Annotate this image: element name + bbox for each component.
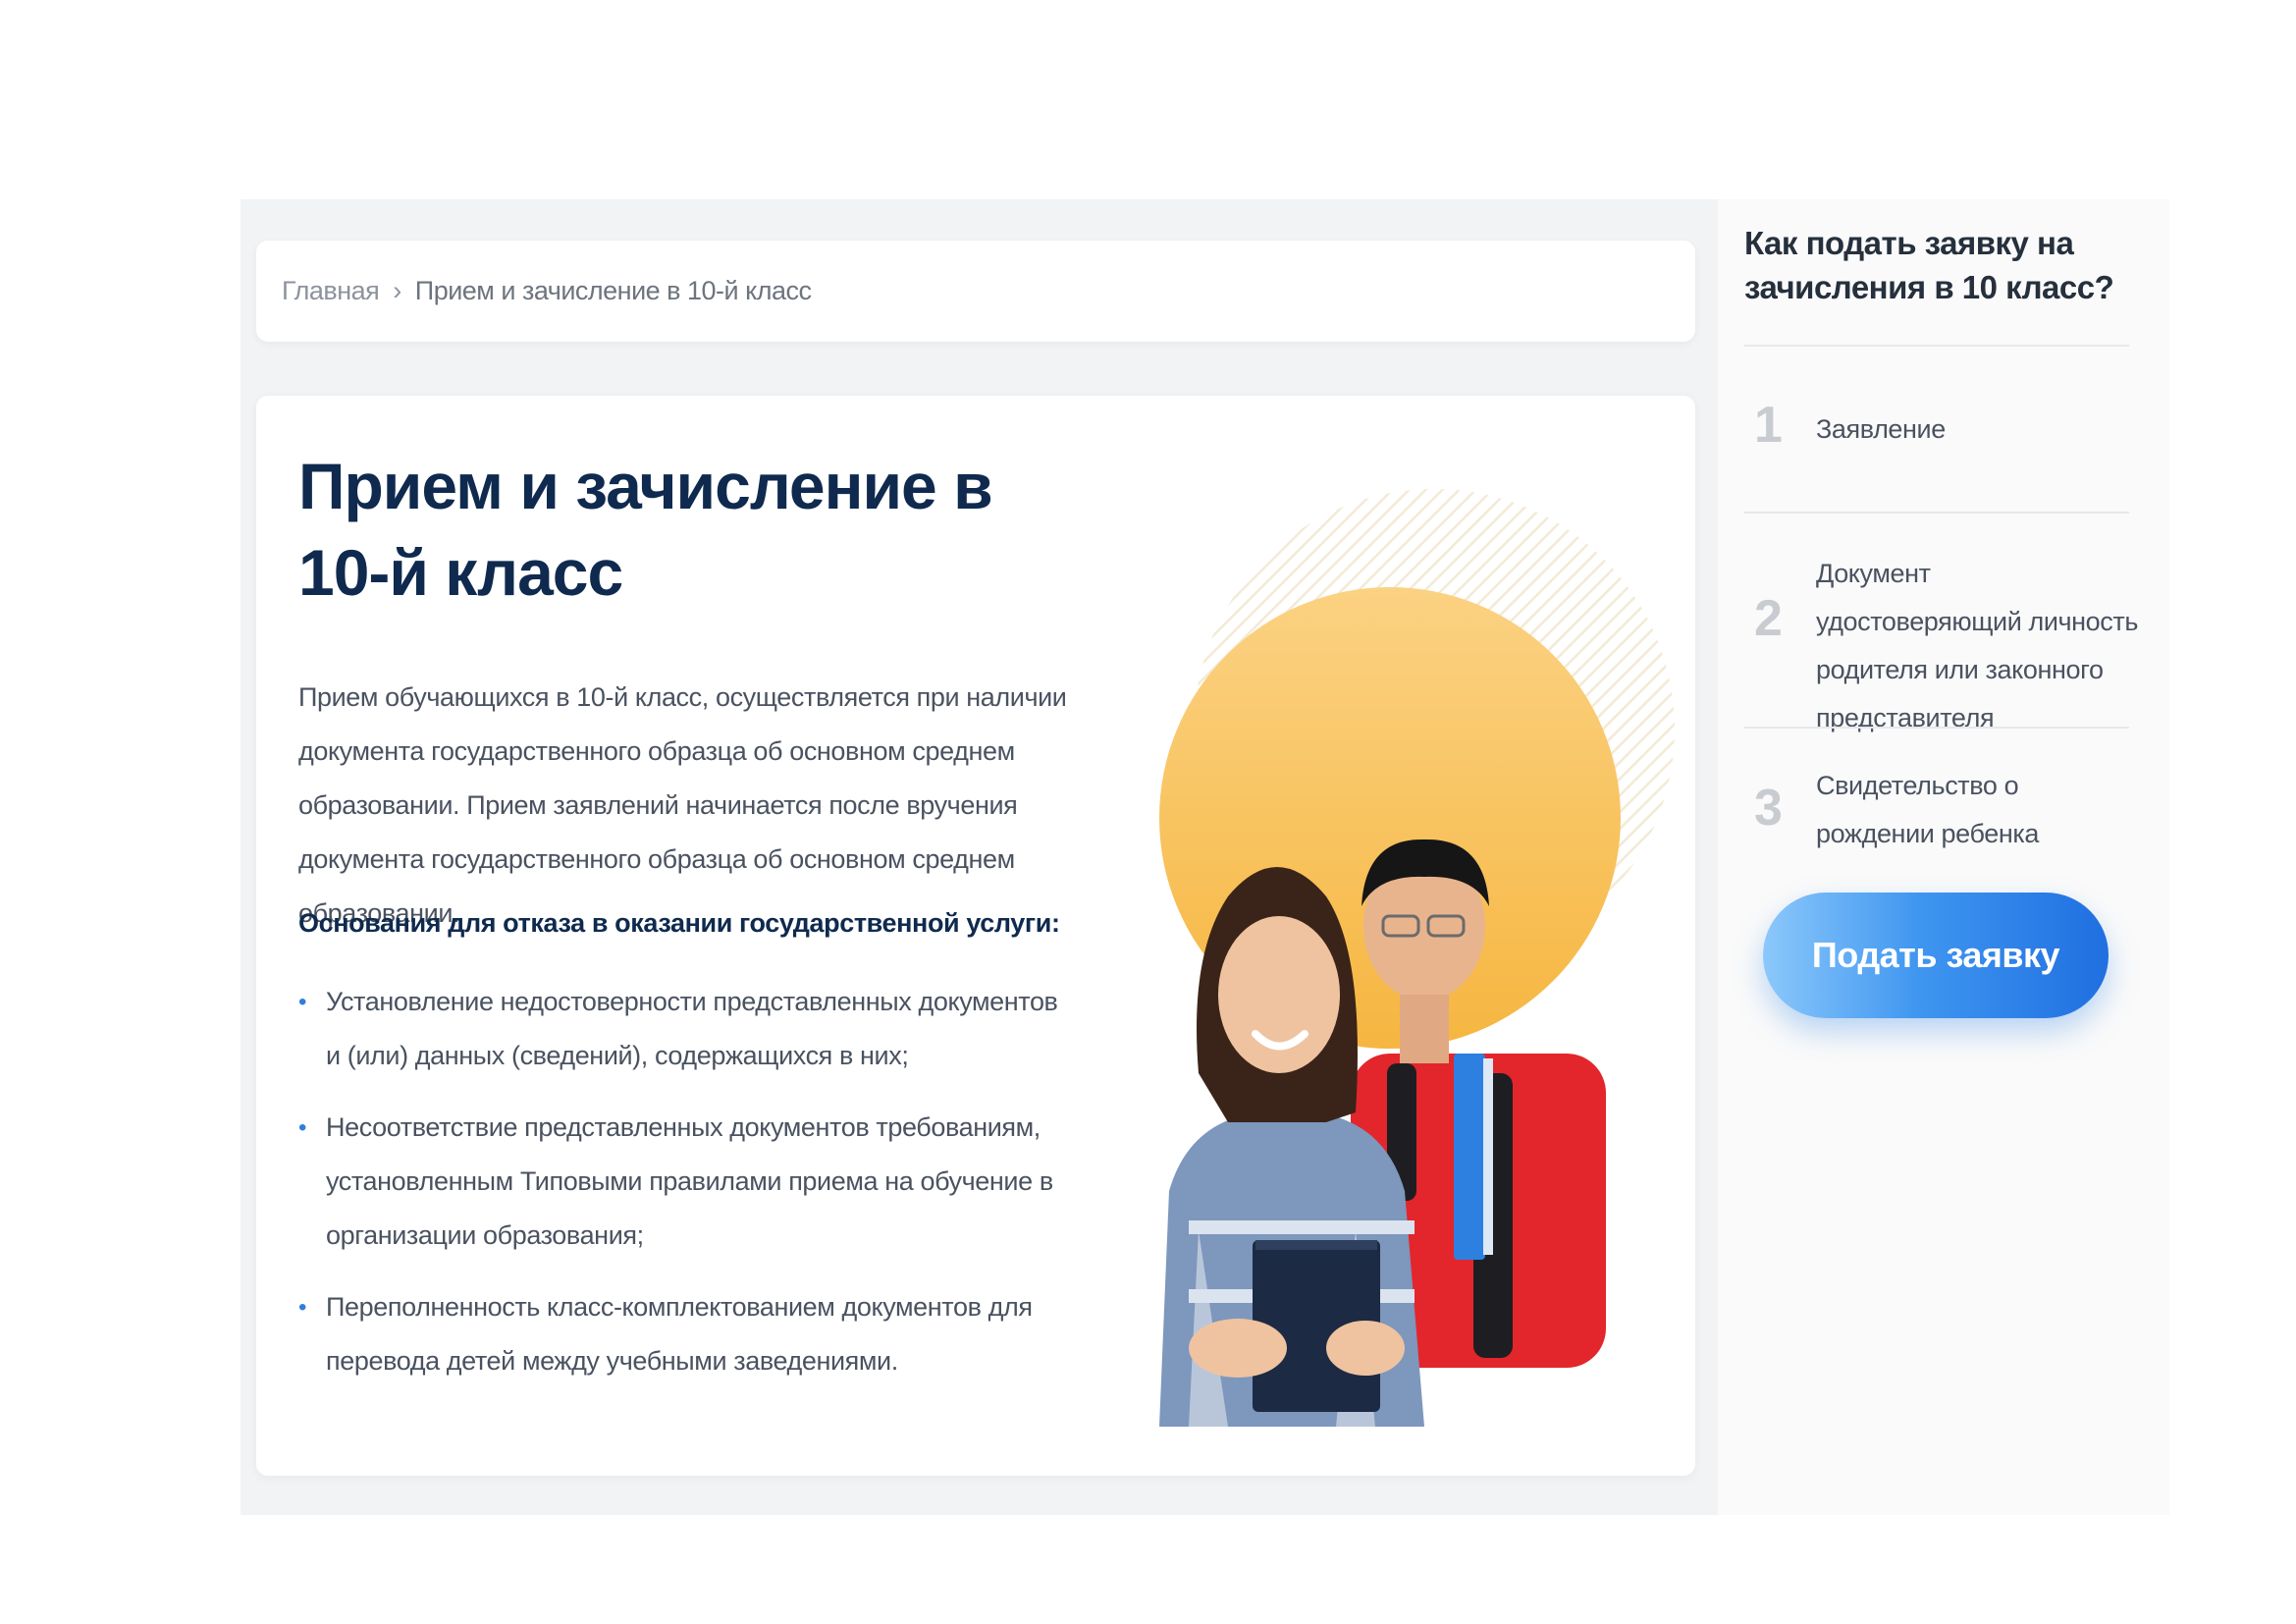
bullet-icon: • — [298, 989, 307, 1015]
step-item-2: 2 Документ удостоверяющий личность родит… — [1744, 538, 2138, 732]
refusal-reasons-list: • Установление недостоверности представл… — [298, 975, 1064, 1406]
intro-paragraph: Прием обучающихся в 10-й класс, осуществ… — [298, 682, 1067, 928]
breadcrumb: Главная › Прием и зачисление в 10-й клас… — [256, 241, 1695, 342]
step-item-3: 3 Свидетельство о рождении ребенка — [1744, 754, 2129, 862]
page-frame: Главная › Прием и зачисление в 10-й клас… — [240, 199, 2169, 1515]
submit-application-button[interactable]: Подать заявку — [1763, 893, 2109, 1018]
main-area: Главная › Прием и зачисление в 10-й клас… — [240, 199, 1718, 1515]
step-number: 1 — [1754, 397, 1783, 454]
list-item: • Установление недостоверности представл… — [298, 975, 1064, 1083]
page-title: Прием и зачисление в 10-й класс — [298, 450, 993, 609]
step-item-1: 1 Заявление — [1744, 396, 2129, 494]
step-text: Заявление — [1816, 414, 1946, 444]
breadcrumb-separator: › — [393, 276, 401, 305]
reason-text: Несоответствие представленных документов… — [326, 1112, 1053, 1250]
breadcrumb-home-link[interactable]: Главная — [282, 276, 380, 306]
bullet-icon: • — [298, 1114, 307, 1141]
content-card: Прием и зачисление в 10-й класс Прием об… — [256, 396, 1695, 1476]
refusal-reasons-title: Основания для отказа в оказании государс… — [298, 908, 1060, 938]
steps-sidebar: Как подать заявку на зачисления в 10 кла… — [1718, 199, 2169, 1515]
list-item: • Несоответствие представленных документ… — [298, 1101, 1064, 1263]
divider — [1744, 345, 2129, 347]
step-number: 2 — [1754, 590, 1783, 647]
sidebar-title: Как подать заявку на зачисления в 10 кла… — [1744, 225, 2114, 305]
divider — [1744, 512, 2129, 514]
breadcrumb-current: Прием и зачисление в 10-й класс — [414, 276, 812, 305]
reason-text: Переполненность класс-комплектованием до… — [326, 1292, 1033, 1376]
step-text: Свидетельство о рождении ребенка — [1816, 771, 2039, 848]
step-text: Документ удостоверяющий личность родител… — [1816, 559, 2139, 732]
reason-text: Установление недостоверности представлен… — [326, 987, 1058, 1070]
bullet-icon: • — [298, 1294, 307, 1321]
list-item: • Переполненность класс-комплектованием … — [298, 1280, 1064, 1388]
divider — [1744, 727, 2129, 729]
students-hero-image — [1159, 489, 1675, 1427]
step-number: 3 — [1754, 780, 1783, 837]
